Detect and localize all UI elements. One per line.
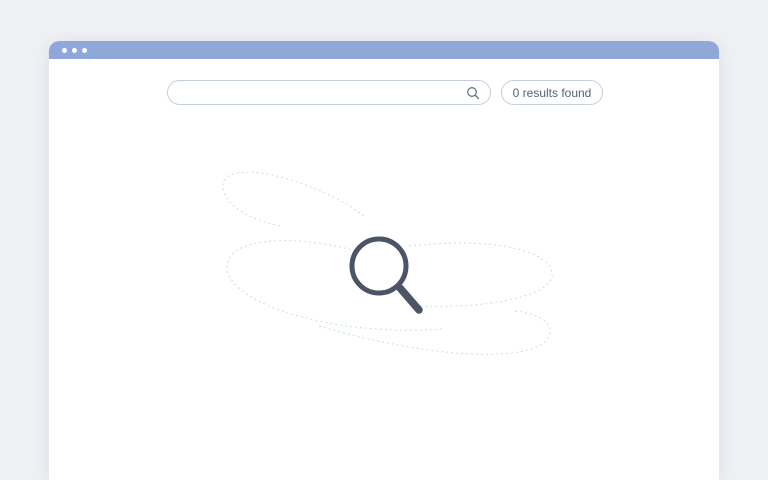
empty-state-illustration	[222, 171, 553, 355]
magnifying-glass-icon	[349, 236, 423, 314]
browser-window: 0 results found	[49, 41, 719, 480]
page: 0 results found	[0, 0, 768, 480]
